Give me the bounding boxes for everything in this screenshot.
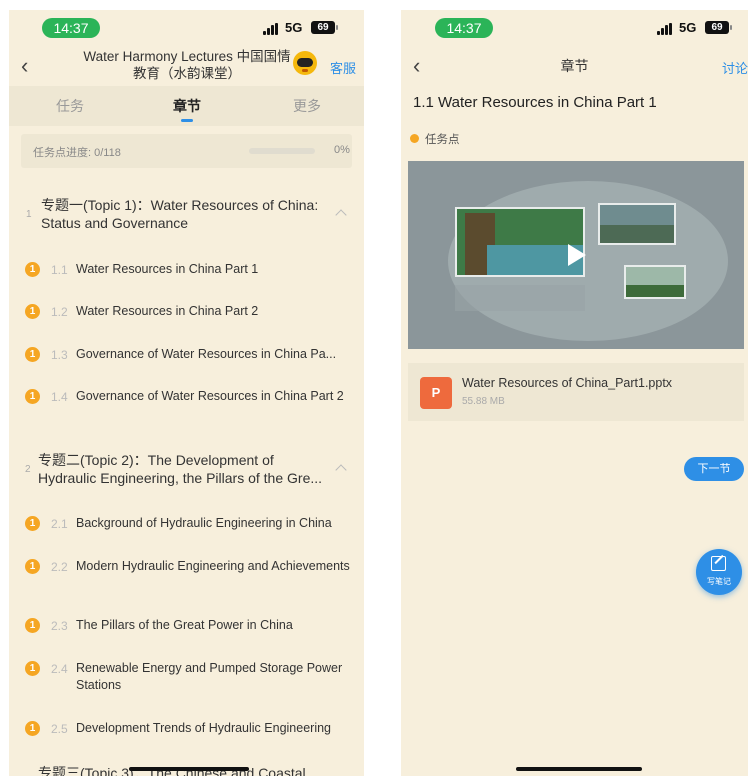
- attachment-file-card[interactable]: P Water Resources of China_Part1.pptx 55…: [408, 363, 744, 421]
- pptx-file-icon: P: [420, 377, 452, 409]
- assistant-robot-icon[interactable]: [293, 51, 317, 75]
- lesson-number: 1.1: [51, 263, 68, 277]
- status-time: 14:37: [42, 18, 100, 38]
- active-tab-indicator: [181, 119, 193, 122]
- network-label: 5G: [679, 20, 697, 35]
- network-label: 5G: [285, 20, 303, 35]
- lesson-number: 2.1: [51, 517, 68, 531]
- task-count-badge: 1: [25, 618, 40, 633]
- file-size: 55.88 MB: [462, 396, 505, 407]
- signal-icon: [263, 23, 281, 35]
- video-thumbnail-forest: [455, 207, 585, 277]
- course-chapter-list-screen: 14:37 5G 69 ‹ Water Harmony Lectures 中国国…: [9, 10, 364, 776]
- back-chevron-icon[interactable]: ‹: [21, 55, 28, 77]
- task-progress-label: 任务点进度: 0/118: [33, 147, 121, 159]
- lesson-number: 2.2: [51, 560, 68, 574]
- task-progress-percent: 0%: [334, 144, 350, 156]
- discuss-button[interactable]: 讨论: [722, 58, 748, 77]
- lesson-title: Water Resources in China Part 2: [76, 304, 259, 318]
- lesson-title: Water Resources in China Part 1: [76, 262, 259, 276]
- video-thumbnail-reflection: [455, 285, 585, 311]
- collapse-chevron-icon[interactable]: [335, 464, 347, 476]
- write-note-label: 写笔记: [707, 577, 731, 586]
- lesson-number: 1.4: [51, 390, 68, 404]
- topic-title: 专题一(Topic 1)：Water Resources of China: S…: [41, 197, 319, 231]
- lesson-title: Modern Hydraulic Engineering and Achieve…: [76, 559, 350, 573]
- tab-more[interactable]: 更多: [293, 96, 321, 116]
- video-thumbnail-mountain-lake: [598, 203, 676, 245]
- lesson-detail-screen: 14:37 5G 69 ‹ 章节 讨论 1.1 Water Resources …: [401, 10, 748, 776]
- signal-icon: [657, 23, 675, 35]
- lesson-number: 2.3: [51, 619, 68, 633]
- battery-icon: 69: [311, 21, 338, 34]
- task-count-badge: 1: [25, 347, 40, 362]
- tab-chapters[interactable]: 章节: [173, 96, 201, 116]
- topic-title: 专题二(Topic 2)：The Development of Hydrauli…: [38, 452, 323, 486]
- task-point-label: 任务点: [425, 134, 460, 146]
- status-bar: 14:37 5G 69: [9, 10, 364, 46]
- task-count-badge: 1: [25, 262, 40, 277]
- status-bar: 14:37 5G 69: [401, 10, 748, 46]
- edit-note-icon: [711, 556, 726, 571]
- task-progress-bar: [249, 148, 315, 154]
- status-time: 14:37: [435, 18, 493, 38]
- task-point-dot-icon: [410, 134, 419, 143]
- write-note-button[interactable]: 写笔记: [696, 549, 742, 595]
- customer-service-button[interactable]: 客服: [330, 58, 356, 77]
- topic-number: 2: [25, 464, 31, 475]
- lesson-number: 1.3: [51, 348, 68, 362]
- lesson-title: Background of Hydraulic Engineering in C…: [76, 516, 332, 530]
- task-progress-card: 任务点进度: 0/118 0%: [21, 134, 352, 168]
- play-icon[interactable]: [568, 244, 586, 266]
- tab-tasks[interactable]: 任务: [56, 96, 84, 116]
- home-indicator: [516, 767, 642, 771]
- lesson-number: 2.4: [51, 662, 68, 676]
- lesson-title: Development Trends of Hydraulic Engineer…: [76, 721, 331, 735]
- collapse-chevron-icon[interactable]: [335, 209, 347, 221]
- tab-bar: 任务 章节 更多: [9, 86, 364, 126]
- topic-number: 1: [26, 209, 32, 220]
- task-count-badge: 1: [25, 661, 40, 676]
- lesson-title: Governance of Water Resources in China P…: [76, 389, 344, 403]
- section-title: 1.1 Water Resources in China Part 1: [413, 94, 657, 111]
- task-count-badge: 1: [25, 721, 40, 736]
- lesson-title: The Pillars of the Great Power in China: [76, 618, 293, 632]
- lesson-number: 1.2: [51, 305, 68, 319]
- task-count-badge: 1: [25, 559, 40, 574]
- next-section-button[interactable]: 下一节: [684, 457, 744, 481]
- lesson-title: Governance of Water Resources in China P…: [76, 347, 337, 361]
- lesson-number: 2.5: [51, 722, 68, 736]
- task-count-badge: 1: [25, 516, 40, 531]
- video-player[interactable]: [408, 161, 744, 349]
- video-thumbnail-trees: [624, 265, 686, 299]
- task-count-badge: 1: [25, 389, 40, 404]
- lesson-title: Renewable Energy and Pumped Storage Powe…: [76, 661, 343, 692]
- page-title: 章节: [560, 58, 589, 74]
- course-title: Water Harmony Lectures 中国国情教育（水韵课堂）: [83, 49, 291, 81]
- battery-icon: 69: [705, 21, 732, 34]
- file-name: Water Resources of China_Part1.pptx: [462, 376, 673, 390]
- home-indicator: [129, 767, 249, 771]
- task-count-badge: 1: [25, 304, 40, 319]
